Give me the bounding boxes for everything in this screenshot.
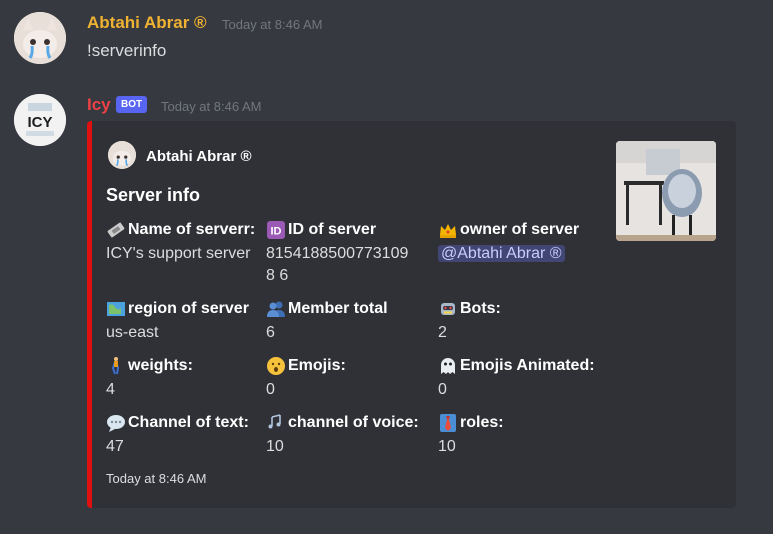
field-value: 6: [266, 324, 275, 341]
bot-username[interactable]: Icy: [87, 95, 111, 115]
field-value: 2: [438, 324, 447, 341]
field-value: 10: [266, 438, 284, 455]
field-value: us-east: [106, 324, 159, 341]
field-roles: roles: 10: [438, 413, 608, 458]
timestamp: Today at 8:46 AM: [161, 99, 262, 114]
field-name: Bots:: [460, 300, 501, 317]
field-name: channel of voice:: [288, 414, 419, 431]
field-value: ICY's support server: [106, 245, 251, 262]
field-text-channels: Channel of text: 47: [106, 413, 276, 458]
field-name: region of server: [128, 300, 249, 317]
message-text: !serverinfo: [87, 41, 167, 60]
crown-icon: [440, 224, 456, 238]
field-emojis: Emojis: 0: [266, 356, 436, 401]
embed-title: Server info: [106, 185, 201, 205]
field-name: weights:: [128, 357, 193, 374]
walking-icon: [111, 357, 120, 375]
field-server-region: region of server us-east: [106, 299, 276, 344]
field-name: Member total: [288, 300, 388, 317]
field-name: Channel of text:: [128, 414, 249, 431]
field-value: 81541885007731098 6: [266, 245, 409, 284]
robot-icon: [441, 303, 455, 315]
field-name: owner of server: [460, 221, 580, 238]
embed-thumbnail[interactable]: [616, 141, 716, 241]
bot-avatar-text: ICY: [27, 114, 52, 131]
field-emojis-animated: Emojis Animated: 0: [438, 356, 608, 401]
owner-mention[interactable]: @Abtahi Abrar ®: [438, 245, 565, 262]
field-value: 47: [106, 438, 124, 455]
ticket-icon: [107, 222, 125, 238]
music-notes-icon: [268, 414, 281, 429]
hushed-face-icon: [267, 357, 285, 375]
field-voice-channels: channel of voice: 10: [266, 413, 436, 458]
embed-footer-timestamp: Today at 8:46 AM: [106, 471, 207, 486]
field-server-name: Name of serverr: ICY's support server: [106, 220, 276, 265]
field-name: ID of server: [288, 221, 377, 238]
id-icon: ID: [267, 221, 285, 239]
field-name: Name of serverr:: [128, 221, 256, 238]
ghost-icon: [441, 358, 455, 374]
field-value: 0: [266, 381, 275, 398]
field-weights: weights: 4: [106, 356, 276, 401]
field-name: roles:: [460, 414, 504, 431]
members-icon: [267, 301, 285, 317]
username[interactable]: Abtahi Abrar ®: [87, 13, 207, 33]
field-value: 10: [438, 438, 456, 455]
field-server-owner: owner of server @Abtahi Abrar ®: [438, 220, 608, 265]
bot-tag: BOT: [116, 96, 148, 113]
necktie-icon: [440, 414, 456, 432]
map-icon: [107, 302, 125, 316]
speech-bubble-icon: [107, 415, 125, 432]
embed-author[interactable]: Abtahi Abrar ®: [146, 148, 252, 165]
user-avatar[interactable]: [14, 12, 66, 64]
timestamp: Today at 8:46 AM: [222, 17, 323, 32]
field-server-id: ID ID of server 81541885007731098 6: [266, 220, 411, 287]
field-value: 0: [438, 381, 447, 398]
field-value: 4: [106, 381, 115, 398]
field-name: Emojis Animated:: [460, 357, 595, 374]
server-info-embed: Abtahi Abrar ® Server info Name of serve…: [87, 121, 736, 508]
bot-avatar[interactable]: ICY: [14, 94, 66, 146]
field-bots: Bots: 2: [438, 299, 608, 344]
field-name: Emojis:: [288, 357, 346, 374]
svg-text:ID: ID: [271, 226, 282, 238]
embed-author-avatar: [108, 141, 136, 169]
field-member-total: Member total 6: [266, 299, 436, 344]
